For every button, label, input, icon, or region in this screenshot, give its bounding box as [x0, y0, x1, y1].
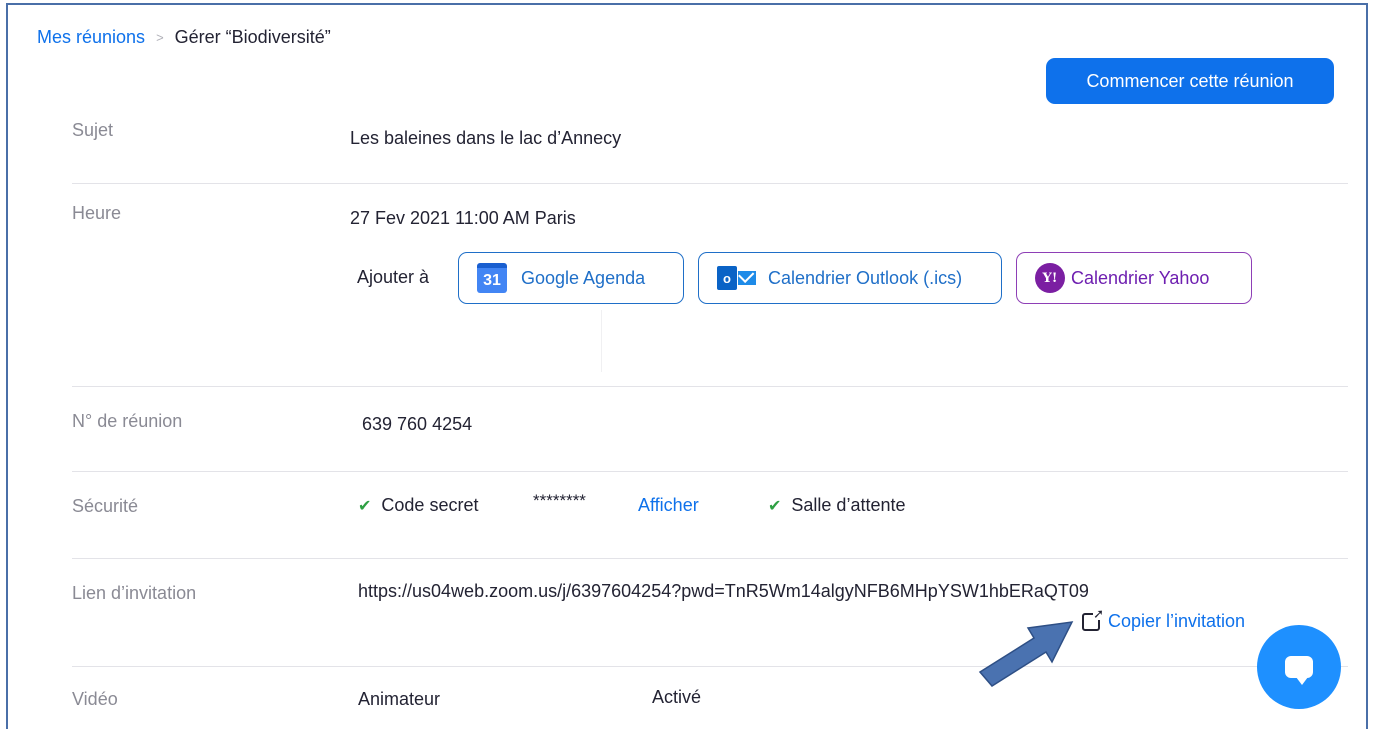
chat-button[interactable]	[1257, 625, 1341, 709]
google-calendar-label: Google Agenda	[521, 267, 646, 288]
video-row: Vidéo Animateur Activé	[72, 667, 1348, 731]
security-label: Sécurité	[72, 496, 139, 516]
start-meeting-button[interactable]: Commencer cette réunion	[1046, 58, 1334, 104]
yahoo-icon: Y!	[1035, 263, 1065, 293]
time-label: Heure	[72, 203, 122, 223]
breadcrumb: Mes réunions > Gérer “Biodiversité”	[37, 27, 331, 48]
meeting-id-value: 639 760 4254	[362, 414, 473, 434]
copy-invitation-label: Copier l’invitation	[1108, 611, 1246, 631]
chat-bubble-icon	[1285, 656, 1313, 685]
check-icon: ✔	[768, 497, 782, 515]
subject-row: Sujet Les baleines dans le lac d’Annecy	[72, 110, 1348, 184]
passcode-label: Code secret	[381, 495, 479, 515]
passcode-value: ********	[533, 491, 586, 510]
yahoo-calendar-button[interactable]: Y! Calendrier Yahoo	[1016, 252, 1252, 304]
video-label: Vidéo	[72, 689, 118, 709]
check-icon: ✔	[358, 497, 372, 515]
waiting-room-label: Salle d’attente	[791, 495, 906, 515]
breadcrumb-my-meetings-link[interactable]: Mes réunions	[37, 27, 145, 48]
google-calendar-button[interactable]: 31 Google Agenda	[458, 252, 684, 304]
outlook-envelope-icon	[738, 271, 756, 285]
passcode-item: ✔ Code secret	[358, 495, 478, 516]
external-link-icon	[1082, 606, 1104, 631]
video-host-value: Activé	[652, 687, 702, 707]
show-passcode-link[interactable]: Afficher	[638, 495, 699, 516]
meeting-id-row: N° de réunion 639 760 4254	[72, 387, 1348, 472]
waiting-room-item: ✔ Salle d’attente	[768, 495, 906, 516]
breadcrumb-current: Gérer “Biodiversité”	[174, 27, 331, 47]
outlook-calendar-label: Calendrier Outlook (.ics)	[768, 267, 963, 288]
invite-label: Lien d’invitation	[72, 583, 197, 603]
copy-invitation-link[interactable]: Copier l’invitation	[1082, 606, 1246, 632]
breadcrumb-separator: >	[156, 30, 164, 45]
outlook-calendar-button[interactable]: o Calendrier Outlook (.ics)	[698, 252, 1002, 304]
subject-value: Les baleines dans le lac d’Annecy	[350, 128, 622, 148]
meeting-id-label: N° de réunion	[72, 411, 183, 431]
pointer-arrow-icon	[978, 621, 1074, 687]
yahoo-calendar-label: Calendrier Yahoo	[1071, 267, 1210, 288]
time-value: 27 Fev 2021 11:00 AM Paris	[350, 208, 576, 228]
outlook-icon: o	[717, 266, 756, 290]
google-calendar-icon: 31	[477, 263, 507, 293]
subject-label: Sujet	[72, 120, 114, 140]
blank-placeholder	[348, 310, 602, 372]
outlook-icon-letter: o	[717, 266, 737, 290]
add-to-calendar-label: Ajouter à	[357, 267, 430, 287]
video-host-label: Animateur	[358, 689, 441, 709]
security-row: Sécurité	[72, 472, 1348, 559]
invite-url[interactable]: https://us04web.zoom.us/j/6397604254?pwd…	[358, 581, 1089, 602]
